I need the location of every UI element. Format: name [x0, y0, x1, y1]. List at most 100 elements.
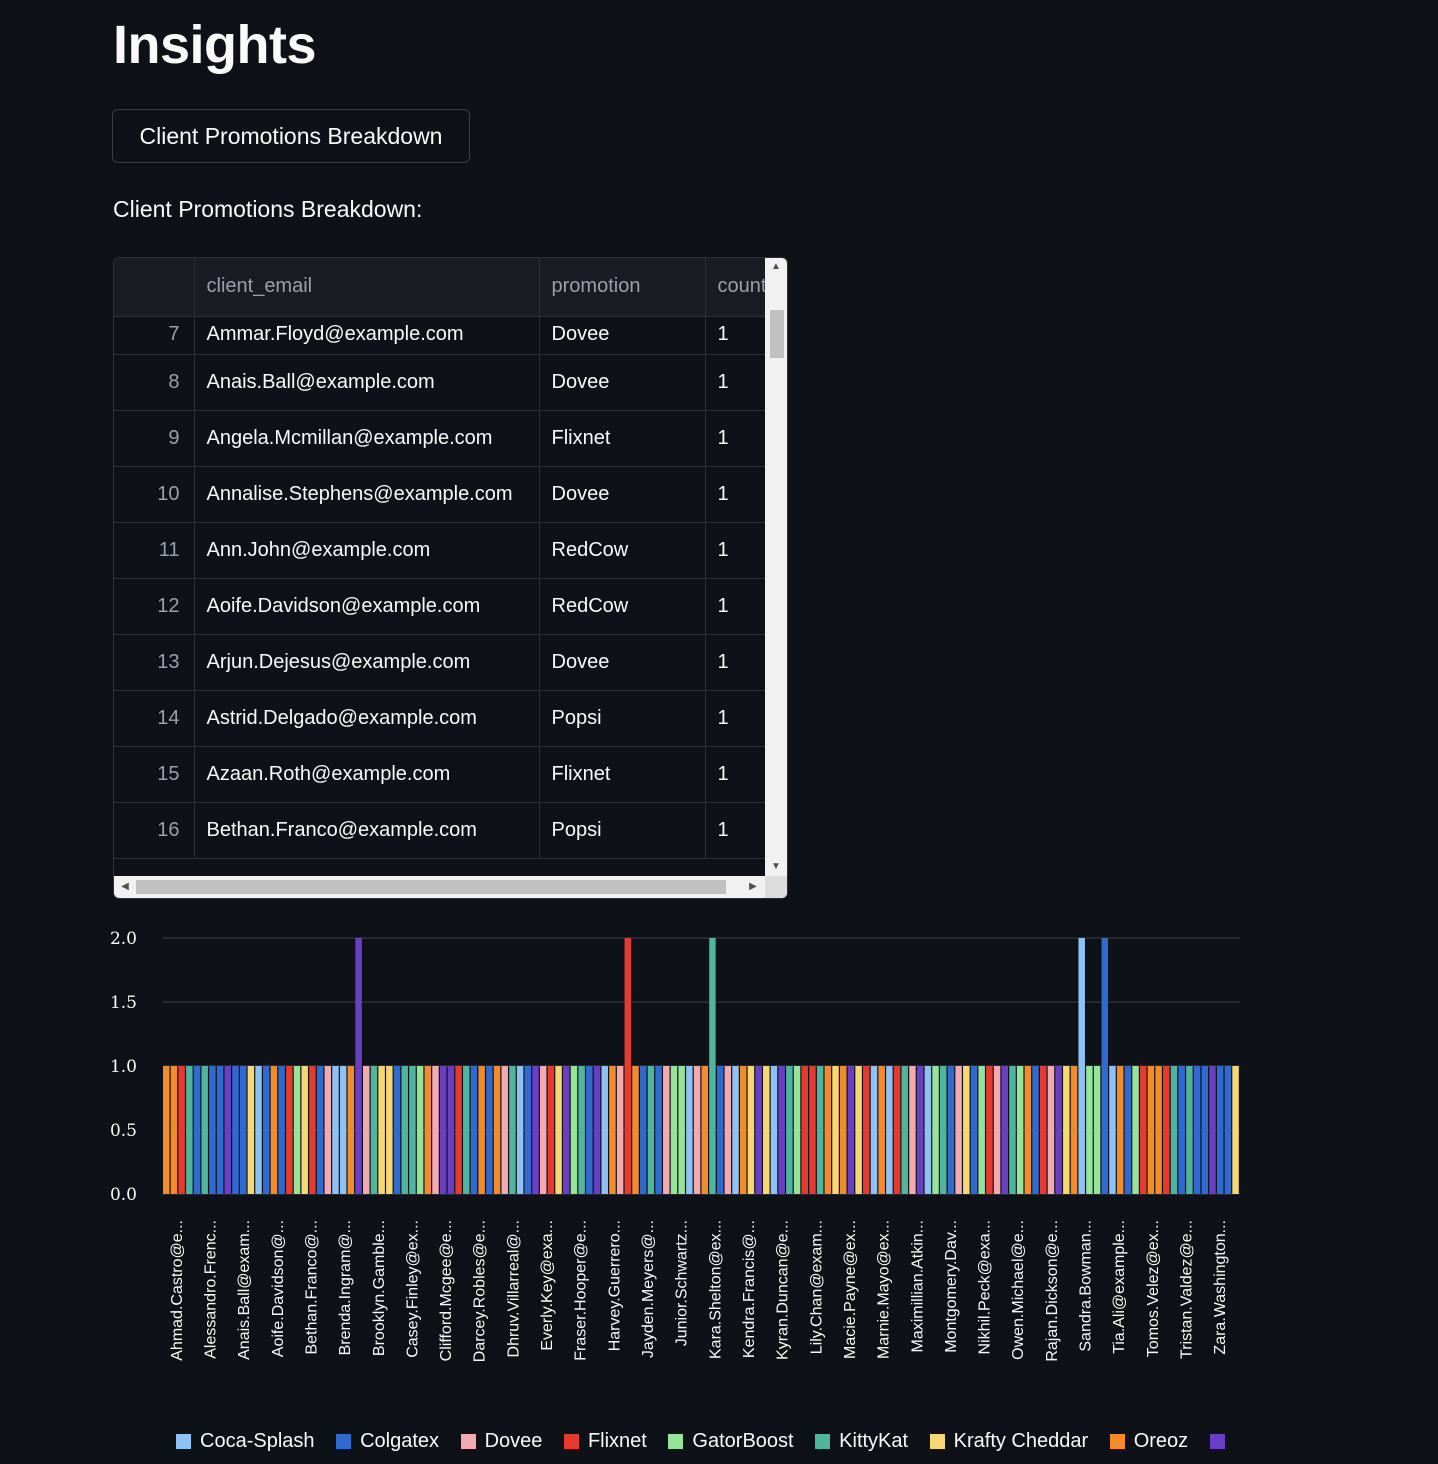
cell-count[interactable]: 1 [705, 316, 765, 355]
cell-promotion[interactable]: RedCow [539, 522, 706, 579]
chart-bar [455, 1066, 462, 1194]
legend-item[interactable]: Dovee [460, 1428, 542, 1454]
chart-bar [1170, 1066, 1178, 1194]
cell-count[interactable]: 1 [705, 410, 765, 467]
cell-client-email[interactable]: Bethan.Franco@example.com [194, 802, 540, 859]
chart-bar [463, 1066, 470, 1194]
x-tick-label: Sandra.Bowman... [1078, 1220, 1095, 1352]
cell-count[interactable]: 1 [705, 802, 765, 859]
column-header-client-email[interactable]: client_email [194, 258, 540, 317]
chart-bar [539, 1066, 547, 1194]
cell-client-email[interactable]: Angela.Mcmillan@example.com [194, 410, 540, 467]
legend-item[interactable]: GatorBoost [668, 1428, 794, 1454]
chart-bar [293, 1066, 301, 1194]
x-tick-label: Anais.Ball@exam... [236, 1220, 253, 1360]
chart-bar [755, 1066, 762, 1194]
cell-promotion[interactable]: RedCow [539, 578, 706, 635]
cell-count[interactable]: 1 [705, 354, 765, 411]
cell-client-email[interactable]: Ann.John@example.com [194, 522, 540, 579]
table-row[interactable]: 7 Ammar.Floyd@example.com Dovee 1 [114, 316, 765, 355]
chart-bar [1101, 938, 1109, 1194]
chart-bar [655, 1066, 662, 1194]
cell-count[interactable]: 1 [705, 690, 765, 747]
chart-bar [563, 1066, 570, 1194]
cell-client-email[interactable]: Astrid.Delgado@example.com [194, 690, 540, 747]
table-row[interactable]: 8 Anais.Ball@example.com Dovee 1 [114, 354, 765, 411]
table-row[interactable]: 16 Bethan.Franco@example.com Popsi 1 [114, 802, 765, 859]
index-header[interactable] [114, 258, 195, 317]
cell-count[interactable]: 1 [705, 466, 765, 523]
cell-promotion[interactable]: Popsi [539, 802, 706, 859]
legend-item[interactable]: Flixnet [563, 1428, 647, 1454]
legend-label: Coca-Splash [200, 1429, 315, 1452]
cell-client-email[interactable]: Azaan.Roth@example.com [194, 746, 540, 803]
scroll-left-arrow-icon[interactable]: ◀ [116, 876, 134, 898]
column-header-promotion[interactable]: promotion [539, 258, 706, 317]
cell-promotion[interactable]: Flixnet [539, 410, 706, 467]
column-header-count[interactable]: count [705, 258, 765, 317]
table-row[interactable]: 9 Angela.Mcmillan@example.com Flixnet 1 [114, 410, 765, 467]
scroll-up-arrow-icon[interactable]: ▲ [765, 258, 787, 276]
chart-bar [1078, 938, 1085, 1194]
dataframe[interactable]: client_email promotion count 7 Ammar.Flo… [113, 257, 788, 899]
chart-bar [770, 1066, 778, 1194]
cell-promotion[interactable]: Popsi [539, 690, 706, 747]
cell-client-email[interactable]: Anais.Ball@example.com [194, 354, 540, 411]
chart-bar [363, 1066, 370, 1194]
chart-bar [924, 1066, 932, 1194]
table-row[interactable]: 15 Azaan.Roth@example.com Flixnet 1 [114, 746, 765, 803]
legend-item[interactable]: Colgatex [336, 1428, 439, 1454]
table-row[interactable]: 14 Astrid.Delgado@example.com Popsi 1 [114, 690, 765, 747]
cell-promotion[interactable]: Dovee [539, 634, 706, 691]
cell-client-email[interactable]: Annalise.Stephens@example.com [194, 466, 540, 523]
x-tick-label: Brenda.Ingram@... [337, 1220, 354, 1355]
legend-item[interactable]: Krafty Cheddar [929, 1428, 1088, 1454]
scroll-down-arrow-icon[interactable]: ▼ [765, 858, 787, 876]
cell-count[interactable]: 1 [705, 634, 765, 691]
cell-promotion[interactable]: Dovee [539, 354, 706, 411]
scroll-right-arrow-icon[interactable]: ▶ [744, 876, 762, 898]
cell-client-email[interactable]: Arjun.Dejesus@example.com [194, 634, 540, 691]
chart-bar [732, 1066, 739, 1194]
client-promotions-breakdown-button[interactable]: Client Promotions Breakdown [112, 109, 470, 163]
chart-bar [578, 1066, 585, 1194]
chart-bar [547, 1066, 555, 1194]
legend-item[interactable]: Coca-Splash [176, 1428, 315, 1454]
row-index: 12 [114, 578, 195, 635]
cell-promotion[interactable]: Flixnet [539, 746, 706, 803]
cell-count[interactable]: 1 [705, 746, 765, 803]
x-tick-label: Marnie.Mayo@ex... [876, 1220, 893, 1359]
chart-bar [1216, 1066, 1224, 1194]
y-tick-label: 2.0 [110, 929, 137, 949]
x-tick-label: Lily.Chan@exam... [808, 1220, 825, 1354]
horizontal-scrollbar[interactable]: ◀ ▶ [114, 876, 787, 898]
vertical-scroll-thumb[interactable] [770, 310, 784, 358]
cell-count[interactable]: 1 [705, 578, 765, 635]
x-tick-label: Darcey.Robles@e... [472, 1220, 489, 1362]
legend-item[interactable] [1209, 1428, 1234, 1454]
y-tick-label: 1.0 [110, 1057, 137, 1077]
vertical-scrollbar[interactable]: ▲ ▼ [765, 258, 787, 876]
legend-item[interactable]: Oreoz [1109, 1428, 1188, 1454]
table-row[interactable]: 13 Arjun.Dejesus@example.com Dovee 1 [114, 634, 765, 691]
cell-client-email[interactable]: Ammar.Floyd@example.com [194, 316, 540, 355]
chart-bar [216, 1066, 224, 1194]
chart-bar [693, 1066, 701, 1194]
table-row[interactable]: 10 Annalise.Stephens@example.com Dovee 1 [114, 466, 765, 523]
legend-item[interactable]: KittyKat [815, 1428, 908, 1454]
chart-bar [763, 1066, 770, 1194]
chart-bar [1186, 1066, 1193, 1194]
chart-bar [470, 1066, 478, 1194]
row-index: 9 [114, 410, 195, 467]
chart-bar [163, 1066, 170, 1194]
cell-client-email[interactable]: Aoife.Davidson@example.com [194, 578, 540, 635]
table-row[interactable]: 12 Aoife.Davidson@example.com RedCow 1 [114, 578, 765, 635]
cell-count[interactable]: 1 [705, 522, 765, 579]
cell-promotion[interactable]: Dovee [539, 316, 706, 355]
cell-promotion[interactable]: Dovee [539, 466, 706, 523]
table-row[interactable]: 11 Ann.John@example.com RedCow 1 [114, 522, 765, 579]
chart-bar [886, 1066, 893, 1194]
horizontal-scroll-thumb[interactable] [136, 880, 726, 894]
x-tick-label: Kyran.Duncan@e... [775, 1220, 792, 1360]
row-index: 8 [114, 354, 195, 411]
